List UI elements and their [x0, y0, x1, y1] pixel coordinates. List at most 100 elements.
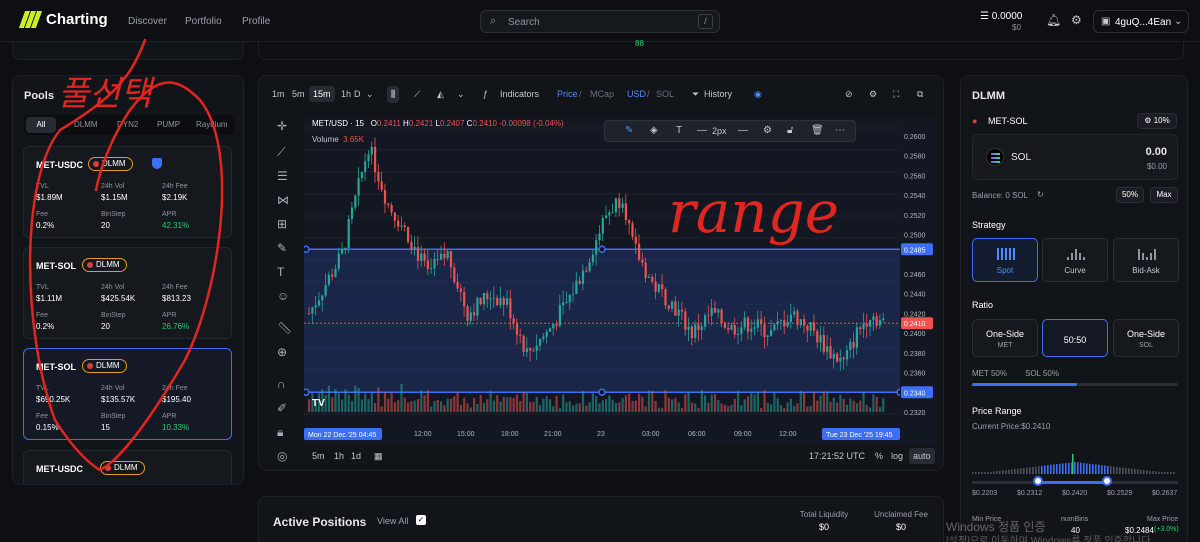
dash-icon[interactable]: —	[738, 125, 748, 136]
volume-bar	[766, 402, 769, 412]
sol-amount-input[interactable]: SOL 0.00 $0.00	[972, 134, 1178, 180]
search-input[interactable]: ⌕ Search /	[480, 10, 720, 33]
pencil-lock-icon[interactable]: ✐	[277, 401, 287, 415]
tab-dyn2[interactable]: DYN2	[117, 120, 138, 129]
text-icon[interactable]: T	[676, 125, 682, 136]
zoom-icon[interactable]: ⊕	[277, 345, 287, 359]
volume-bar	[562, 394, 565, 412]
indicators-icon[interactable]: ƒ	[483, 89, 488, 99]
sol-toggle[interactable]: SOL	[656, 89, 674, 99]
view-all-toggle[interactable]: View All	[377, 516, 408, 526]
emoji-icon[interactable]: ☺	[277, 289, 289, 303]
candlestick-chart[interactable]: 0.2600 0.2580 0.2560 0.2540 0.2520 0.2500 0.24…	[302, 118, 936, 444]
ratio-slider[interactable]	[972, 383, 1178, 386]
pool-card[interactable]: MET-USDC DLMM	[23, 450, 232, 484]
pool-card[interactable]: MET-SOL DLMM TVL 24h Vol 24h Fee $1.11M …	[23, 247, 232, 339]
fullscreen-icon[interactable]: ⛶	[893, 89, 899, 100]
volume-bar	[426, 390, 429, 412]
pencil-icon[interactable]: ✎	[625, 125, 633, 136]
usd-toggle[interactable]: USD	[627, 89, 646, 99]
trash-icon[interactable]: 🗑︎	[811, 125, 824, 136]
crosshair-icon[interactable]: ✛	[277, 119, 287, 133]
tf-1h[interactable]: 1h	[341, 89, 351, 99]
view-all-checkbox[interactable]: ✓	[416, 515, 426, 525]
nav-portfolio[interactable]: Portfolio	[185, 16, 222, 27]
area-chart-icon[interactable]: ◭	[437, 89, 444, 100]
refresh-icon[interactable]: ↻	[1037, 190, 1044, 199]
stroke-width[interactable]: 2px	[712, 126, 727, 136]
tab-pump[interactable]: PUMP	[157, 120, 180, 129]
brush-icon[interactable]: ✎	[277, 241, 287, 255]
log-toggle[interactable]: log	[891, 451, 903, 461]
settings-icon[interactable]: ⚙	[763, 125, 772, 136]
percent-toggle[interactable]: %	[875, 451, 883, 461]
camera-icon[interactable]: ⧉	[917, 89, 923, 100]
range-1d[interactable]: 1d	[351, 451, 361, 461]
fee-chip[interactable]: ⚙ 10%	[1137, 113, 1177, 129]
trendline-icon[interactable]: ⟋	[277, 145, 285, 160]
brand-logo[interactable]: Charting	[18, 11, 108, 28]
price-toggle[interactable]: Price	[557, 89, 578, 99]
history-icon[interactable]: ⏷	[692, 89, 699, 100]
pattern-icon[interactable]: ⋈	[277, 193, 289, 207]
strategy-curve[interactable]: Curve	[1042, 238, 1108, 282]
max-price-handle[interactable]	[1102, 476, 1112, 486]
price-range-slider[interactable]	[972, 481, 1178, 484]
eye-icon[interactable]: ◎	[277, 449, 287, 463]
volume-bar	[367, 399, 370, 412]
range-5m[interactable]: 5m	[312, 451, 325, 461]
projection-icon[interactable]: ⊞	[277, 217, 287, 231]
magnet-icon[interactable]: ∩	[277, 377, 286, 391]
nav-profile[interactable]: Profile	[242, 16, 270, 27]
min-price-handle[interactable]	[1033, 476, 1043, 486]
liquidity-bin	[1065, 463, 1067, 474]
ruler-icon[interactable]: 📏︎	[277, 321, 292, 335]
tab-all[interactable]: All	[26, 117, 56, 133]
tf-1m[interactable]: 1m	[272, 89, 285, 99]
fill-icon[interactable]: ◈	[650, 125, 658, 136]
compare-icon[interactable]: ⊘	[845, 89, 853, 100]
chevron-down-icon[interactable]: ⌄	[457, 89, 465, 100]
auto-toggle[interactable]: auto	[909, 448, 935, 464]
history-button[interactable]: History	[704, 89, 732, 99]
settings-icon[interactable]: ⚙	[869, 89, 877, 100]
fib-icon[interactable]: ☰	[277, 169, 288, 183]
lock-icon[interactable]: 🔒︎	[277, 425, 283, 440]
pool-card-selected[interactable]: MET-SOL DLMM TVL 24h Vol 24h Fee $690.25…	[23, 348, 232, 440]
candle	[377, 172, 380, 182]
range-1h[interactable]: 1h	[334, 451, 344, 461]
max-button[interactable]: Max	[1150, 187, 1178, 203]
candles-icon[interactable]: ⫼	[387, 86, 400, 103]
tab-dlmm[interactable]: DLMM	[74, 120, 98, 129]
tf-5m[interactable]: 5m	[292, 89, 305, 99]
pool-card[interactable]: MET-USDC DLMM TVL 24h Vol 24h Fee $1.89M…	[23, 146, 232, 238]
line-style-icon[interactable]: —	[697, 125, 707, 136]
nav-discover[interactable]: Discover	[128, 16, 167, 27]
volume-bar	[700, 390, 703, 412]
liquidity-bin	[1107, 465, 1109, 474]
calendar-icon[interactable]: ▦	[374, 451, 383, 462]
bell-icon[interactable]: 🔔︎	[1046, 13, 1061, 27]
price-plot[interactable]: 0.2600 0.2580 0.2560 0.2540 0.2520 0.2500 0.24…	[302, 118, 936, 444]
lock-icon[interactable]: 🔓︎	[787, 125, 793, 136]
strategy-spot[interactable]: Spot	[972, 238, 1038, 282]
text-icon[interactable]: T	[277, 265, 284, 279]
wallet-button[interactable]: ▣ 4guQ...4Ean ⌄	[1093, 10, 1189, 33]
mcap-toggle[interactable]: MCap	[590, 89, 614, 99]
ratio-50-50[interactable]: 50:50	[1042, 319, 1108, 357]
tab-raydium[interactable]: Raydium	[196, 120, 228, 129]
line-chart-icon[interactable]: ⟋	[414, 89, 420, 100]
candle	[641, 259, 644, 263]
gear-icon[interactable]: ⚙	[1071, 13, 1082, 27]
tf-d[interactable]: D	[354, 89, 361, 99]
strategy-spot-label: Spot	[996, 266, 1014, 275]
eye-icon[interactable]: ◉	[754, 89, 762, 100]
half-button[interactable]: 50%	[1116, 187, 1144, 203]
indicators-button[interactable]: Indicators	[500, 89, 539, 99]
ratio-one-side-sol[interactable]: One-Side SOL	[1113, 319, 1179, 357]
ratio-one-side-met[interactable]: One-Side MET	[972, 319, 1038, 357]
chevron-down-icon[interactable]: ⌄	[366, 89, 374, 100]
more-icon[interactable]: ⋯	[835, 125, 845, 136]
strategy-bid-ask[interactable]: Bid-Ask	[1113, 238, 1179, 282]
tf-15m[interactable]: 15m	[309, 86, 335, 102]
